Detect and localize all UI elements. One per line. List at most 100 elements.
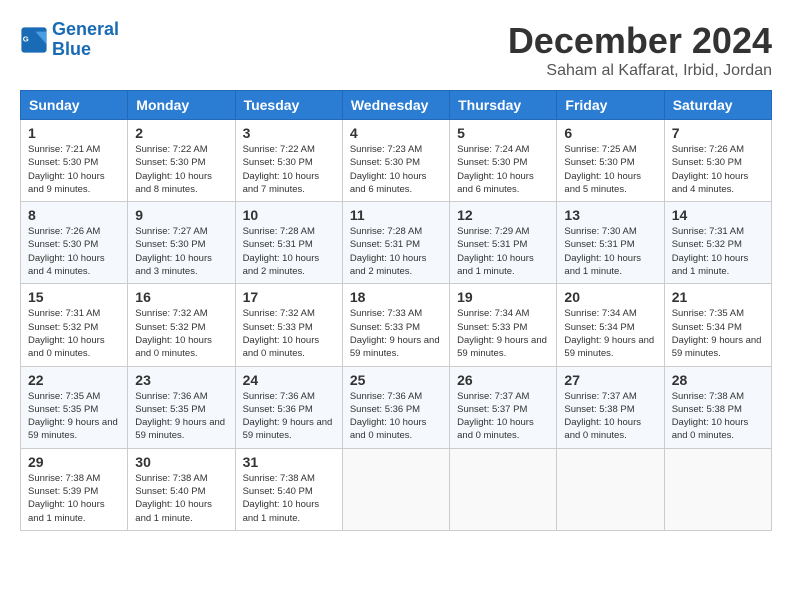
day-number: 24 bbox=[243, 372, 335, 388]
day-info: Sunrise: 7:38 AM Sunset: 5:39 PM Dayligh… bbox=[28, 472, 120, 525]
calendar-week-2: 8 Sunrise: 7:26 AM Sunset: 5:30 PM Daylig… bbox=[21, 202, 772, 284]
day-info: Sunrise: 7:38 AM Sunset: 5:40 PM Dayligh… bbox=[243, 472, 335, 525]
calendar-week-3: 15 Sunrise: 7:31 AM Sunset: 5:32 PM Dayli… bbox=[21, 284, 772, 366]
calendar-cell: 21 Sunrise: 7:35 AM Sunset: 5:34 PM Dayli… bbox=[664, 284, 771, 366]
day-number: 18 bbox=[350, 289, 442, 305]
logo-icon: G bbox=[20, 26, 48, 54]
calendar: SundayMondayTuesdayWednesdayThursdayFrid… bbox=[20, 90, 772, 531]
calendar-cell: 30 Sunrise: 7:38 AM Sunset: 5:40 PM Dayli… bbox=[128, 448, 235, 530]
day-info: Sunrise: 7:32 AM Sunset: 5:33 PM Dayligh… bbox=[243, 307, 335, 360]
day-number: 2 bbox=[135, 125, 227, 141]
col-header-thursday: Thursday bbox=[450, 91, 557, 120]
calendar-week-4: 22 Sunrise: 7:35 AM Sunset: 5:35 PM Dayli… bbox=[21, 366, 772, 448]
calendar-cell: 15 Sunrise: 7:31 AM Sunset: 5:32 PM Dayli… bbox=[21, 284, 128, 366]
day-info: Sunrise: 7:22 AM Sunset: 5:30 PM Dayligh… bbox=[135, 143, 227, 196]
day-number: 14 bbox=[672, 207, 764, 223]
day-number: 3 bbox=[243, 125, 335, 141]
day-number: 4 bbox=[350, 125, 442, 141]
day-number: 16 bbox=[135, 289, 227, 305]
day-info: Sunrise: 7:36 AM Sunset: 5:35 PM Dayligh… bbox=[135, 390, 227, 443]
calendar-cell: 19 Sunrise: 7:34 AM Sunset: 5:33 PM Dayli… bbox=[450, 284, 557, 366]
calendar-cell: 22 Sunrise: 7:35 AM Sunset: 5:35 PM Dayli… bbox=[21, 366, 128, 448]
svg-text:G: G bbox=[23, 34, 29, 43]
col-header-saturday: Saturday bbox=[664, 91, 771, 120]
calendar-cell: 8 Sunrise: 7:26 AM Sunset: 5:30 PM Daylig… bbox=[21, 202, 128, 284]
day-number: 22 bbox=[28, 372, 120, 388]
day-info: Sunrise: 7:29 AM Sunset: 5:31 PM Dayligh… bbox=[457, 225, 549, 278]
calendar-cell: 13 Sunrise: 7:30 AM Sunset: 5:31 PM Dayli… bbox=[557, 202, 664, 284]
calendar-cell: 1Sunrise: 7:21 AM Sunset: 5:30 PM Daylig… bbox=[21, 120, 128, 202]
day-number: 27 bbox=[564, 372, 656, 388]
page-header: G General Blue December 2024 Saham al Ka… bbox=[20, 20, 772, 80]
day-number: 30 bbox=[135, 454, 227, 470]
day-number: 13 bbox=[564, 207, 656, 223]
calendar-cell: 17 Sunrise: 7:32 AM Sunset: 5:33 PM Dayli… bbox=[235, 284, 342, 366]
day-info: Sunrise: 7:30 AM Sunset: 5:31 PM Dayligh… bbox=[564, 225, 656, 278]
day-info: Sunrise: 7:26 AM Sunset: 5:30 PM Dayligh… bbox=[28, 225, 120, 278]
day-info: Sunrise: 7:28 AM Sunset: 5:31 PM Dayligh… bbox=[243, 225, 335, 278]
calendar-cell bbox=[664, 448, 771, 530]
day-info: Sunrise: 7:38 AM Sunset: 5:40 PM Dayligh… bbox=[135, 472, 227, 525]
day-number: 15 bbox=[28, 289, 120, 305]
day-number: 31 bbox=[243, 454, 335, 470]
calendar-cell: 31 Sunrise: 7:38 AM Sunset: 5:40 PM Dayli… bbox=[235, 448, 342, 530]
calendar-cell: 10 Sunrise: 7:28 AM Sunset: 5:31 PM Dayli… bbox=[235, 202, 342, 284]
day-number: 19 bbox=[457, 289, 549, 305]
calendar-cell bbox=[342, 448, 449, 530]
day-number: 29 bbox=[28, 454, 120, 470]
day-number: 25 bbox=[350, 372, 442, 388]
calendar-cell: 20Sunrise: 7:34 AM Sunset: 5:34 PM Dayli… bbox=[557, 284, 664, 366]
day-info: Sunrise: 7:34 AM Sunset: 5:33 PM Dayligh… bbox=[457, 307, 549, 360]
day-number: 10 bbox=[243, 207, 335, 223]
logo-text: General Blue bbox=[52, 20, 119, 60]
day-info: Sunrise: 7:31 AM Sunset: 5:32 PM Dayligh… bbox=[28, 307, 120, 360]
day-number: 9 bbox=[135, 207, 227, 223]
calendar-cell: 24Sunrise: 7:36 AM Sunset: 5:36 PM Dayli… bbox=[235, 366, 342, 448]
day-info: Sunrise: 7:37 AM Sunset: 5:37 PM Dayligh… bbox=[457, 390, 549, 443]
col-header-friday: Friday bbox=[557, 91, 664, 120]
calendar-cell: 4Sunrise: 7:23 AM Sunset: 5:30 PM Daylig… bbox=[342, 120, 449, 202]
day-info: Sunrise: 7:35 AM Sunset: 5:34 PM Dayligh… bbox=[672, 307, 764, 360]
day-info: Sunrise: 7:32 AM Sunset: 5:32 PM Dayligh… bbox=[135, 307, 227, 360]
calendar-cell: 26 Sunrise: 7:37 AM Sunset: 5:37 PM Dayli… bbox=[450, 366, 557, 448]
day-number: 21 bbox=[672, 289, 764, 305]
calendar-week-5: 29 Sunrise: 7:38 AM Sunset: 5:39 PM Dayli… bbox=[21, 448, 772, 530]
calendar-cell: 27 Sunrise: 7:37 AM Sunset: 5:38 PM Dayli… bbox=[557, 366, 664, 448]
col-header-tuesday: Tuesday bbox=[235, 91, 342, 120]
calendar-cell: 12 Sunrise: 7:29 AM Sunset: 5:31 PM Dayli… bbox=[450, 202, 557, 284]
col-header-wednesday: Wednesday bbox=[342, 91, 449, 120]
day-number: 7 bbox=[672, 125, 764, 141]
calendar-cell: 11 Sunrise: 7:28 AM Sunset: 5:31 PM Dayli… bbox=[342, 202, 449, 284]
calendar-header-row: SundayMondayTuesdayWednesdayThursdayFrid… bbox=[21, 91, 772, 120]
col-header-monday: Monday bbox=[128, 91, 235, 120]
day-info: Sunrise: 7:28 AM Sunset: 5:31 PM Dayligh… bbox=[350, 225, 442, 278]
day-info: Sunrise: 7:33 AM Sunset: 5:33 PM Dayligh… bbox=[350, 307, 442, 360]
day-number: 28 bbox=[672, 372, 764, 388]
day-number: 12 bbox=[457, 207, 549, 223]
day-number: 8 bbox=[28, 207, 120, 223]
calendar-cell: 7 Sunrise: 7:26 AM Sunset: 5:30 PM Daylig… bbox=[664, 120, 771, 202]
day-info: Sunrise: 7:38 AM Sunset: 5:38 PM Dayligh… bbox=[672, 390, 764, 443]
calendar-cell: 18 Sunrise: 7:33 AM Sunset: 5:33 PM Dayli… bbox=[342, 284, 449, 366]
day-info: Sunrise: 7:26 AM Sunset: 5:30 PM Dayligh… bbox=[672, 143, 764, 196]
day-number: 23 bbox=[135, 372, 227, 388]
day-info: Sunrise: 7:22 AM Sunset: 5:30 PM Dayligh… bbox=[243, 143, 335, 196]
day-info: Sunrise: 7:25 AM Sunset: 5:30 PM Dayligh… bbox=[564, 143, 656, 196]
day-number: 20 bbox=[564, 289, 656, 305]
calendar-cell: 29 Sunrise: 7:38 AM Sunset: 5:39 PM Dayli… bbox=[21, 448, 128, 530]
day-number: 11 bbox=[350, 207, 442, 223]
calendar-cell: 2 Sunrise: 7:22 AM Sunset: 5:30 PM Daylig… bbox=[128, 120, 235, 202]
calendar-cell bbox=[557, 448, 664, 530]
day-info: Sunrise: 7:35 AM Sunset: 5:35 PM Dayligh… bbox=[28, 390, 120, 443]
calendar-cell: 28 Sunrise: 7:38 AM Sunset: 5:38 PM Dayli… bbox=[664, 366, 771, 448]
day-info: Sunrise: 7:37 AM Sunset: 5:38 PM Dayligh… bbox=[564, 390, 656, 443]
calendar-cell: 6Sunrise: 7:25 AM Sunset: 5:30 PM Daylig… bbox=[557, 120, 664, 202]
calendar-cell: 9Sunrise: 7:27 AM Sunset: 5:30 PM Daylig… bbox=[128, 202, 235, 284]
calendar-cell: 3 Sunrise: 7:22 AM Sunset: 5:30 PM Daylig… bbox=[235, 120, 342, 202]
day-number: 26 bbox=[457, 372, 549, 388]
day-number: 5 bbox=[457, 125, 549, 141]
month-title: December 2024 bbox=[508, 20, 772, 62]
calendar-cell: 14Sunrise: 7:31 AM Sunset: 5:32 PM Dayli… bbox=[664, 202, 771, 284]
day-number: 17 bbox=[243, 289, 335, 305]
calendar-cell: 25Sunrise: 7:36 AM Sunset: 5:36 PM Dayli… bbox=[342, 366, 449, 448]
